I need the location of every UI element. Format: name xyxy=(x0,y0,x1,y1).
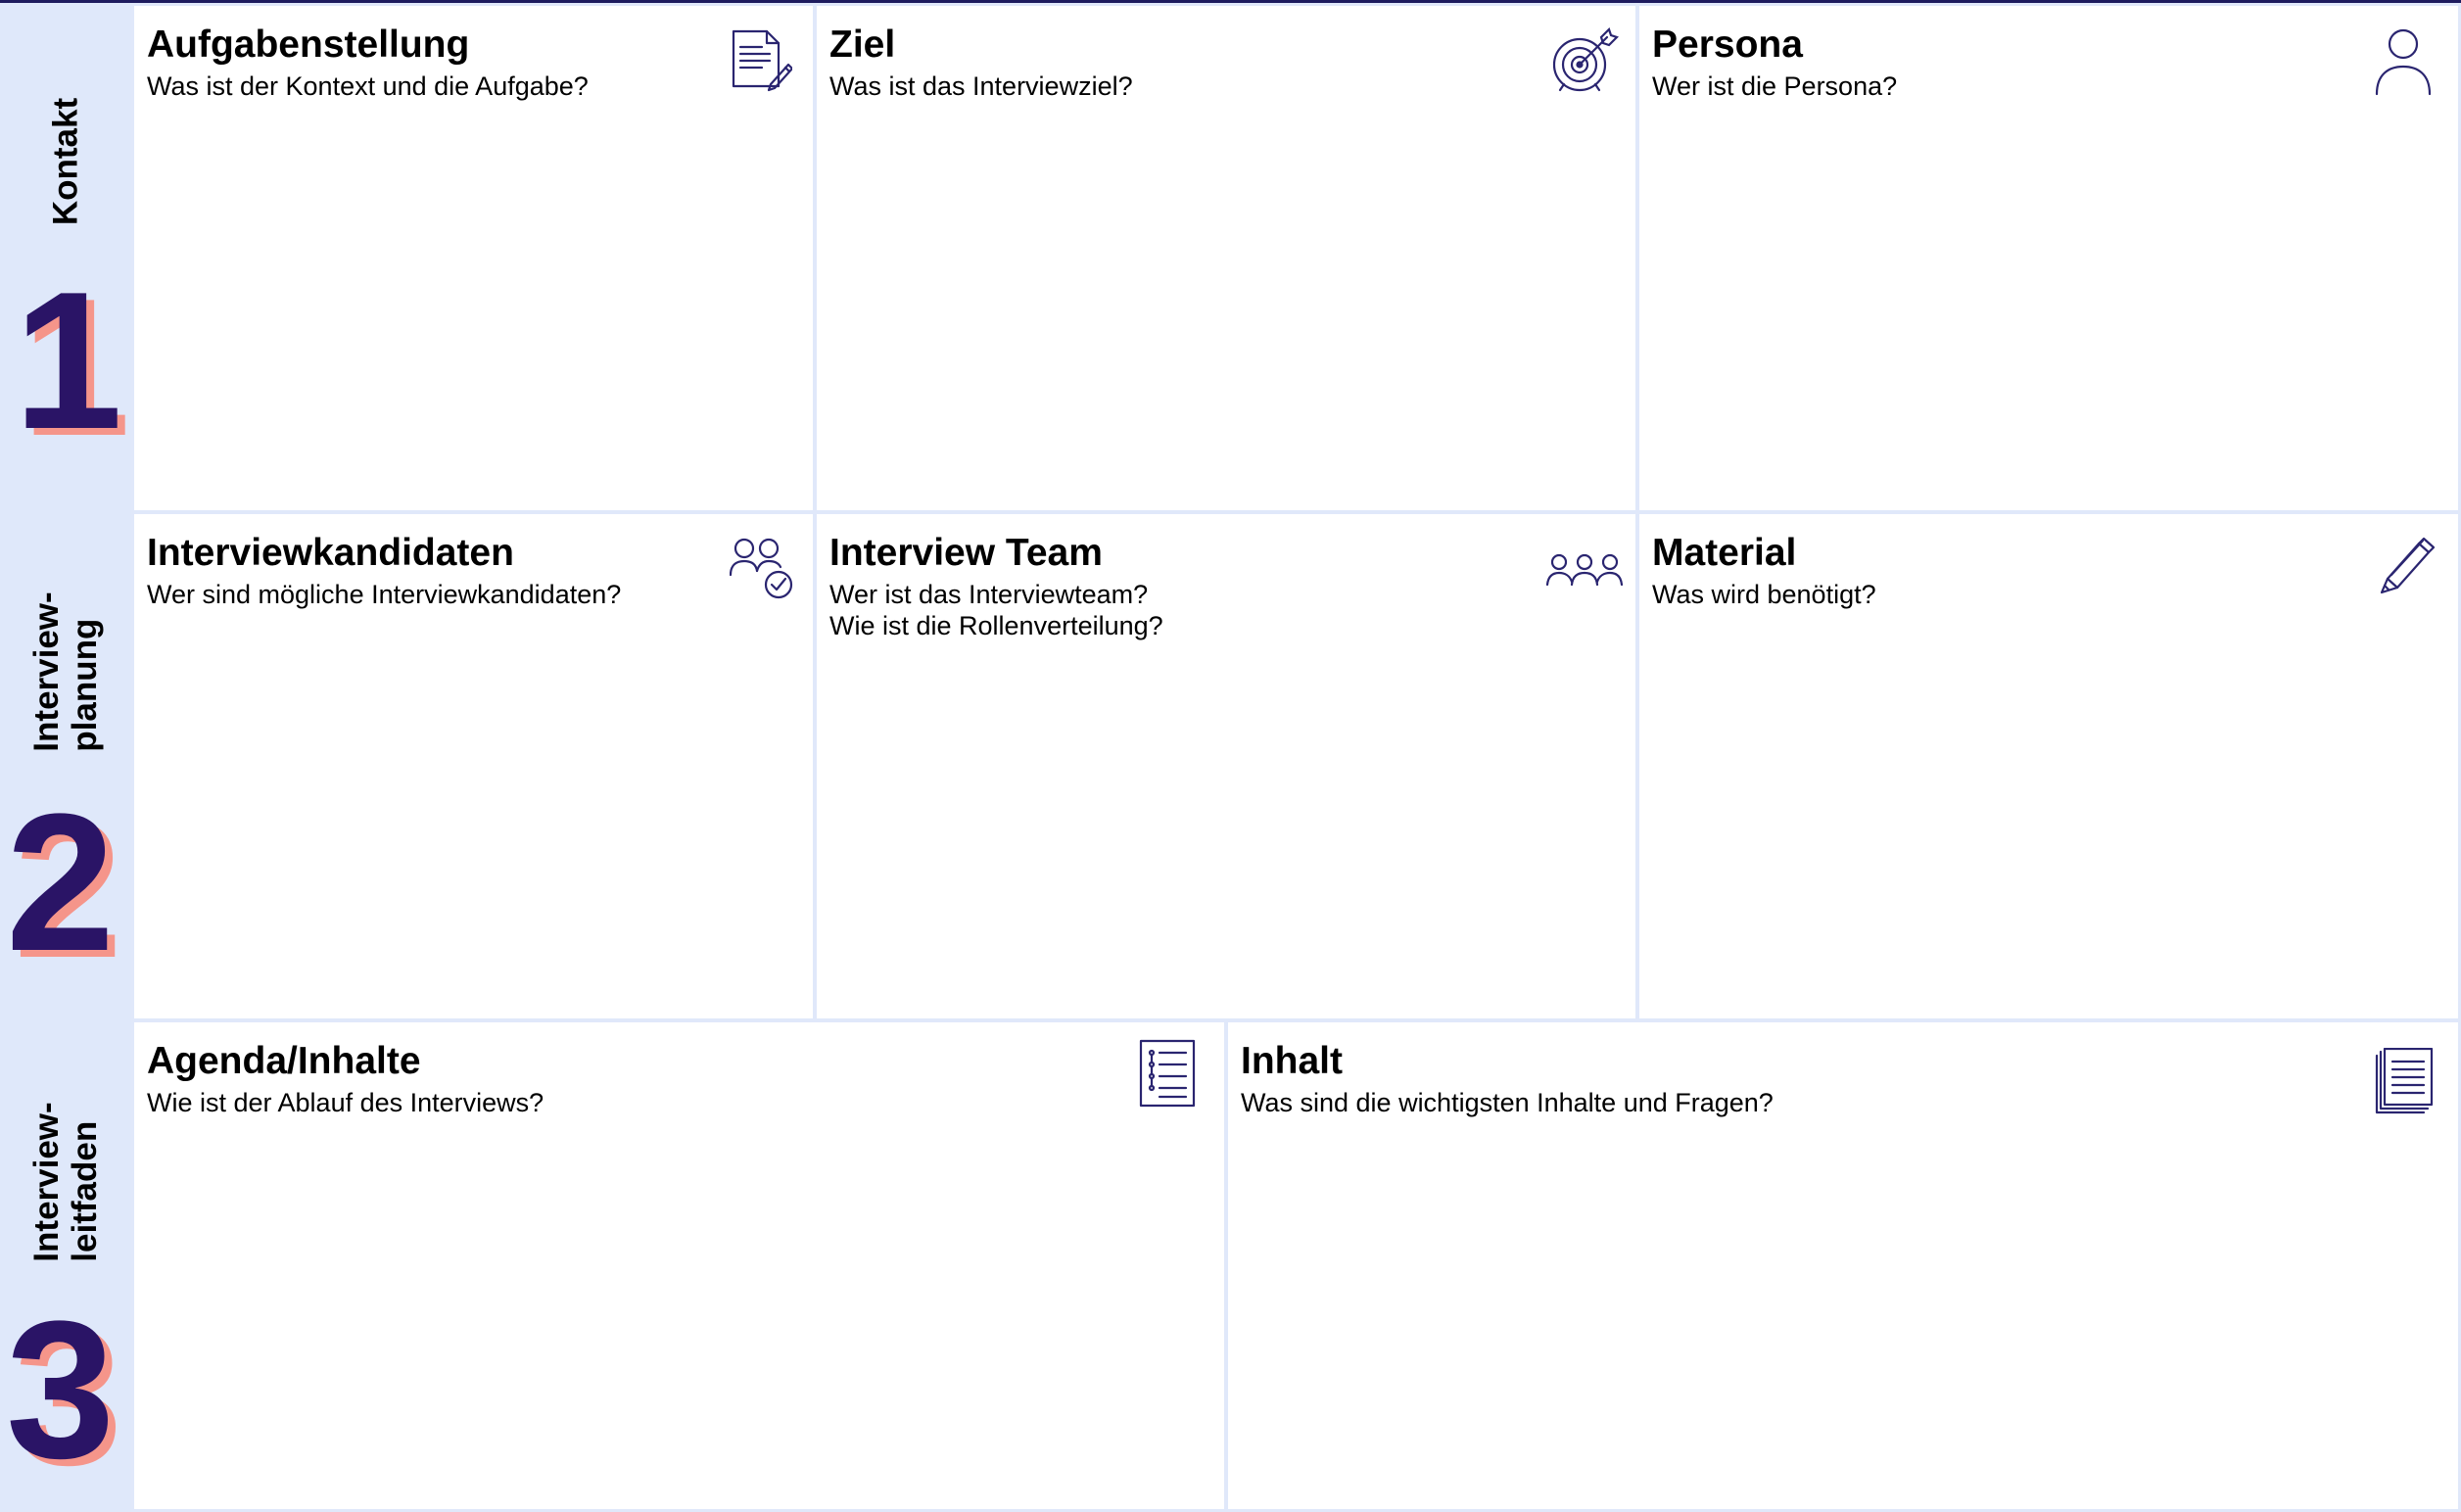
users-check-icon xyxy=(730,536,794,600)
section-number-2: 2 xyxy=(6,774,116,992)
question-line: Was wird benötigt? xyxy=(1652,580,1876,609)
section-label-line: planung xyxy=(66,618,104,752)
section-number-3: 3 xyxy=(6,1281,116,1499)
cell-title: Persona xyxy=(1652,24,1803,66)
cell-persona[interactable]: Persona Wer ist die Persona? xyxy=(1636,3,2461,513)
sidebar-section-interviewleitfaden: Interview- leitfaden 3 xyxy=(0,1022,131,1512)
cell-question: Was sind die wichtigsten Inhalte und Fra… xyxy=(1241,1087,1774,1118)
pencil-icon xyxy=(2376,536,2435,596)
section-label-interviewplanung: Interview- planung xyxy=(27,591,104,751)
cell-title: Agenda/Inhalte xyxy=(147,1040,421,1082)
cell-title: Material xyxy=(1652,532,1797,574)
cell-title: Inhalt xyxy=(1241,1040,1343,1082)
document-edit-icon xyxy=(730,27,792,92)
question-line: Wer sind mögliche Interviewkandidaten? xyxy=(147,580,622,609)
question-line: Wie ist der Ablauf des Interviews? xyxy=(147,1088,544,1117)
cell-aufgabenstellung[interactable]: Aufgabenstellung Was ist der Kontext und… xyxy=(131,3,816,513)
question-line: Was ist das Interviewziel? xyxy=(829,71,1133,101)
cell-question: Was ist der Kontext und die Aufgabe? xyxy=(147,71,589,102)
section-label-interviewleitfaden: Interview- leitfaden xyxy=(27,1102,104,1261)
cell-title: Interviewkandidaten xyxy=(147,532,514,574)
question-line: Wer ist das Interviewteam? xyxy=(829,580,1149,609)
section-label-kontakt: Kontakt xyxy=(46,98,84,225)
section-number-1: 1 xyxy=(14,252,123,470)
cell-interview-team[interactable]: Interview Team Wer ist das Interviewteam… xyxy=(814,511,1638,1021)
cell-title: Ziel xyxy=(829,24,896,66)
question-line: Wer ist die Persona? xyxy=(1652,71,1898,101)
sidebar-section-kontakt: Kontakt 1 xyxy=(0,3,131,513)
section-label-line: Interview- xyxy=(26,591,66,752)
cell-ziel[interactable]: Ziel Was ist das Interviewziel? xyxy=(814,3,1638,513)
cell-title: Aufgabenstellung xyxy=(147,24,470,66)
cell-question: Wer sind mögliche Interviewkandidaten? xyxy=(147,579,621,610)
question-line: Was ist der Kontext und die Aufgabe? xyxy=(147,71,589,101)
cell-question: Was wird benötigt? xyxy=(1652,579,1876,610)
section-label-line: Interview- xyxy=(26,1102,66,1262)
sidebar: Kontakt 1 Interview- planung 2 Interview… xyxy=(0,3,131,1512)
question-line: Was sind die wichtigsten Inhalte und Fra… xyxy=(1241,1088,1774,1117)
section-label-line: leitfaden xyxy=(66,1120,104,1262)
section-label-line: Kontakt xyxy=(46,97,85,226)
cell-question: Wie ist der Ablauf des Interviews? xyxy=(147,1087,544,1118)
cell-question: Wer ist das Interviewteam? Wie ist die R… xyxy=(829,579,1163,641)
checklist-icon xyxy=(1138,1038,1197,1109)
cell-interviewkandidaten[interactable]: Interviewkandidaten Wer sind mögliche In… xyxy=(131,511,816,1021)
cell-inhalt[interactable]: Inhalt Was sind die wichtigsten Inhalte … xyxy=(1225,1019,2461,1512)
cell-question: Wer ist die Persona? xyxy=(1652,71,1897,102)
cell-question: Was ist das Interviewziel? xyxy=(829,71,1133,102)
cell-material[interactable]: Material Was wird benötigt? xyxy=(1636,511,2461,1021)
target-icon xyxy=(1550,27,1619,96)
user-icon xyxy=(2374,27,2433,96)
documents-stack-icon xyxy=(2375,1048,2434,1114)
question-line: Wie ist die Rollenverteilung? xyxy=(829,611,1163,640)
cell-title: Interview Team xyxy=(829,532,1103,574)
team-icon xyxy=(1545,551,1624,591)
cell-agenda-inhalte[interactable]: Agenda/Inhalte Wie ist der Ablauf des In… xyxy=(131,1019,1227,1512)
sidebar-section-interviewplanung: Interview- planung 2 xyxy=(0,513,131,1022)
